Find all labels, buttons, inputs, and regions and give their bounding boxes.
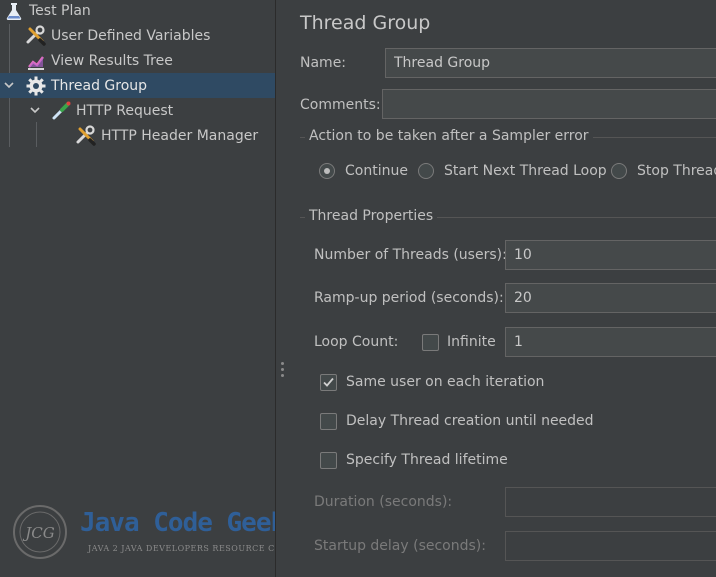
tree-item-label: HTTP Header Manager (101, 127, 259, 144)
tree-item-label: Thread Group (51, 77, 148, 94)
splitter-grip-dot (281, 374, 284, 377)
name-field[interactable] (385, 48, 716, 78)
tree-item-label: HTTP Request (76, 102, 174, 119)
start-next-thread-loop-label[interactable]: Start Next Thread Loop (444, 163, 607, 179)
comments-field[interactable] (382, 89, 716, 119)
continue-radio[interactable] (319, 163, 335, 179)
tree-item-label: User Defined Variables (51, 27, 211, 44)
tree-item-label: View Results Tree (51, 52, 173, 69)
tree-item-thread-group[interactable]: Thread Group (0, 73, 275, 98)
java-code-geeks-watermark: JCG Java Code Geeks JAVA 2 JAVA DEVELOPE… (10, 500, 275, 570)
tree-item-http-request[interactable]: HTTP Request (0, 98, 275, 123)
specify-thread-lifetime-label[interactable]: Specify Thread lifetime (346, 452, 508, 468)
rampup-label: Ramp-up period (seconds): (314, 290, 504, 306)
pane-splitter[interactable] (275, 0, 288, 577)
comments-label: Comments: (300, 97, 381, 113)
stop-thread-label[interactable]: Stop Thread (637, 163, 716, 179)
threads-label: Number of Threads (users): (314, 247, 507, 263)
watermark-title: Java Code Geeks (80, 508, 275, 538)
tree-item-view-results-tree[interactable]: View Results Tree (0, 48, 275, 73)
chevron-down-icon[interactable] (29, 104, 41, 116)
sampler-error-group-title: Action to be taken after a Sampler error (305, 128, 593, 144)
flask-icon (3, 0, 25, 22)
duration-field[interactable] (505, 487, 716, 517)
tree-item-label: Test Plan (29, 2, 91, 19)
infinite-checkbox[interactable] (422, 334, 439, 351)
chart-icon (25, 50, 47, 72)
check-icon (323, 377, 334, 387)
thread-properties-group-title: Thread Properties (305, 208, 438, 224)
svg-text:JCG: JCG (22, 524, 54, 542)
infinite-label[interactable]: Infinite (447, 334, 496, 350)
tree-item-test-plan[interactable]: Test Plan (0, 0, 275, 23)
startup-delay-field[interactable] (505, 531, 716, 561)
start-next-thread-loop-radio[interactable] (418, 163, 434, 179)
threads-field[interactable] (505, 240, 716, 270)
splitter-grip-dot (281, 368, 284, 371)
delay-thread-creation-checkbox[interactable] (320, 413, 337, 430)
chevron-down-icon[interactable] (3, 79, 15, 91)
duration-label: Duration (seconds): (314, 494, 453, 510)
rampup-field[interactable] (505, 283, 716, 313)
page-title: Thread Group (300, 12, 431, 34)
tree-item-user-defined-variables[interactable]: User Defined Variables (0, 23, 275, 48)
wrench-screwdriver-icon (25, 24, 47, 47)
loop-count-field[interactable] (505, 327, 716, 357)
same-user-checkbox[interactable] (320, 374, 337, 391)
gear-icon (25, 75, 47, 97)
pipette-icon (50, 100, 72, 122)
tree-item-http-header-manager[interactable]: HTTP Header Manager (0, 123, 275, 148)
splitter-grip-dot (281, 362, 284, 365)
startup-delay-label: Startup delay (seconds): (314, 538, 486, 554)
loop-count-label: Loop Count: (314, 334, 399, 350)
thread-group-panel: Thread Group Name: Comments: Action to b… (288, 0, 716, 577)
watermark-subtitle: JAVA 2 JAVA DEVELOPERS RESOURCE CENTER (88, 544, 275, 553)
delay-thread-creation-label[interactable]: Delay Thread creation until needed (346, 413, 594, 429)
same-user-label[interactable]: Same user on each iteration (346, 374, 544, 390)
jcg-seal-logo: JCG (13, 505, 67, 559)
wrench-screwdriver-icon (75, 124, 97, 147)
stop-thread-radio[interactable] (611, 163, 627, 179)
specify-thread-lifetime-checkbox[interactable] (320, 452, 337, 469)
continue-label[interactable]: Continue (345, 163, 408, 179)
name-label: Name: (300, 55, 347, 71)
test-plan-tree: Test Plan User Defined Variables View Re… (0, 0, 275, 577)
